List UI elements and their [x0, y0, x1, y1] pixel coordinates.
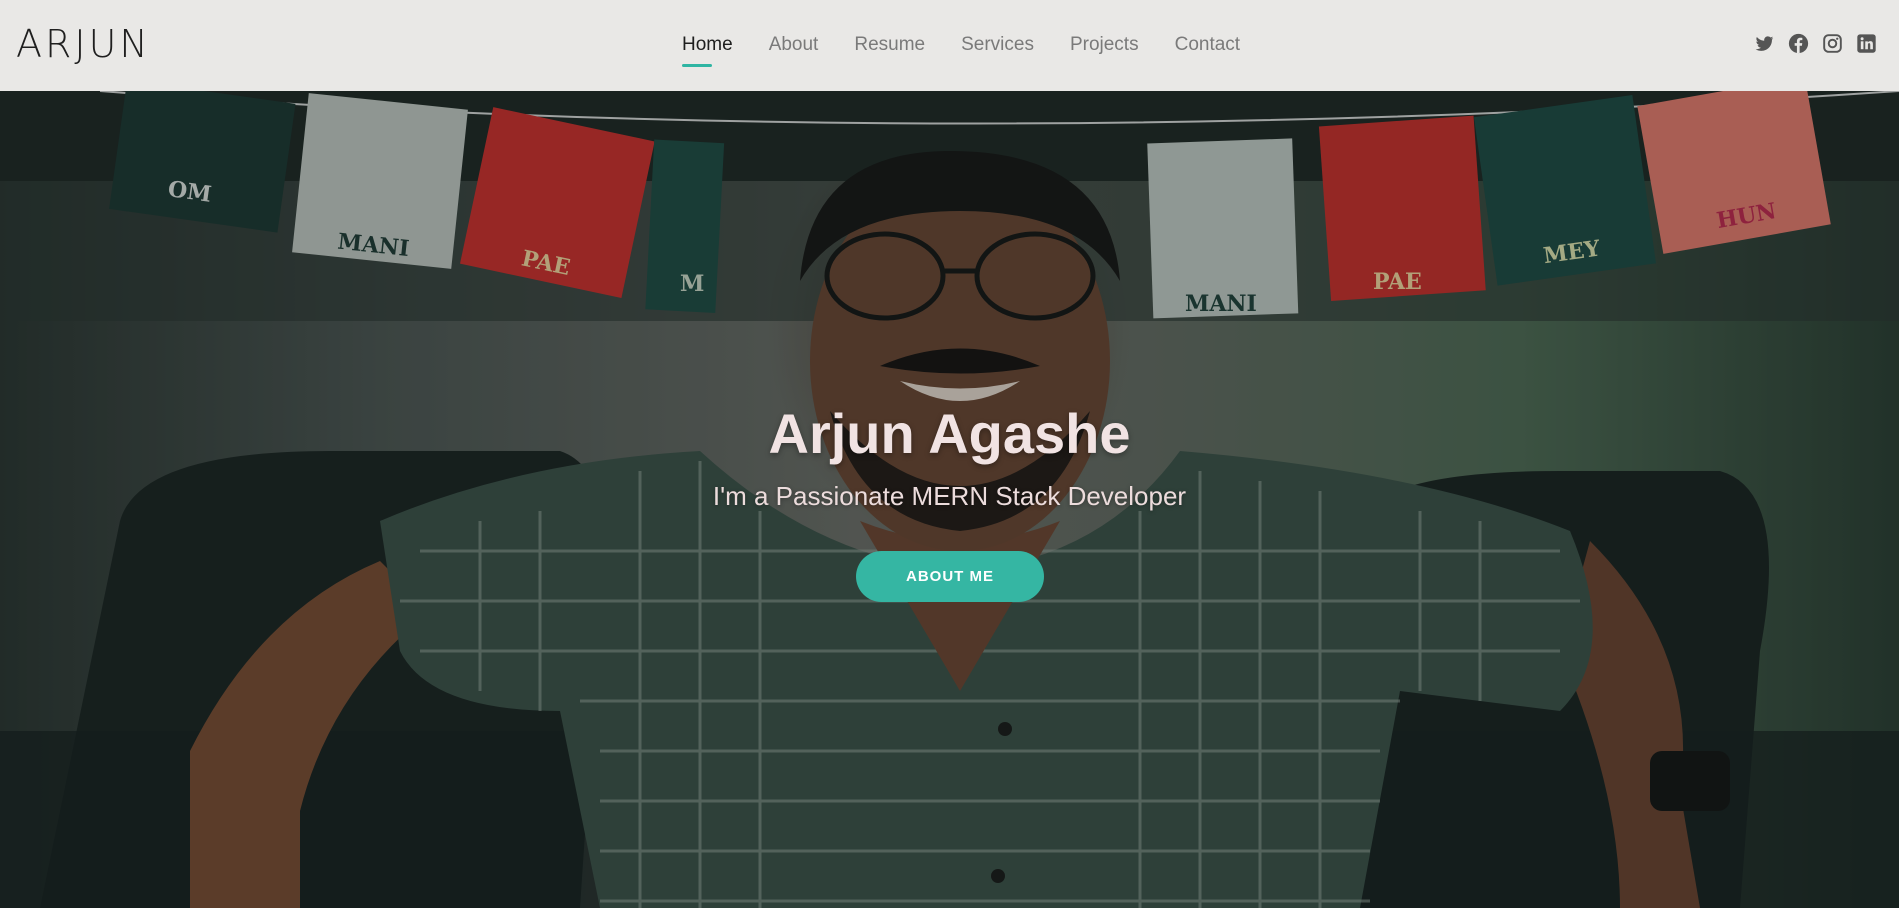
- hero-section: OM MANI PAE M MANI PAE MEY HUN Arjun Aga…: [0, 91, 1899, 908]
- nav-item-projects[interactable]: Projects: [1070, 34, 1139, 56]
- nav-item-resume[interactable]: Resume: [854, 34, 925, 56]
- site-header: ARJUN Home About Resume Services Project…: [0, 0, 1899, 91]
- site-logo[interactable]: ARJUN: [16, 22, 151, 66]
- social-links: [1754, 33, 1877, 54]
- nav-item-home[interactable]: Home: [682, 34, 733, 67]
- main-nav: Home About Resume Services Projects Cont…: [682, 34, 1276, 67]
- nav-item-services[interactable]: Services: [961, 34, 1034, 56]
- nav-item-contact[interactable]: Contact: [1175, 34, 1240, 56]
- twitter-icon[interactable]: [1754, 33, 1775, 54]
- facebook-icon[interactable]: [1788, 33, 1809, 54]
- hero-subtitle: I'm a Passionate MERN Stack Developer: [712, 481, 1187, 511]
- hero-title: Arjun Agashe: [768, 402, 1131, 465]
- nav-item-about[interactable]: About: [769, 34, 819, 56]
- linkedin-icon[interactable]: [1856, 33, 1877, 54]
- about-me-button[interactable]: ABOUT ME: [856, 551, 1044, 602]
- instagram-icon[interactable]: [1822, 33, 1843, 54]
